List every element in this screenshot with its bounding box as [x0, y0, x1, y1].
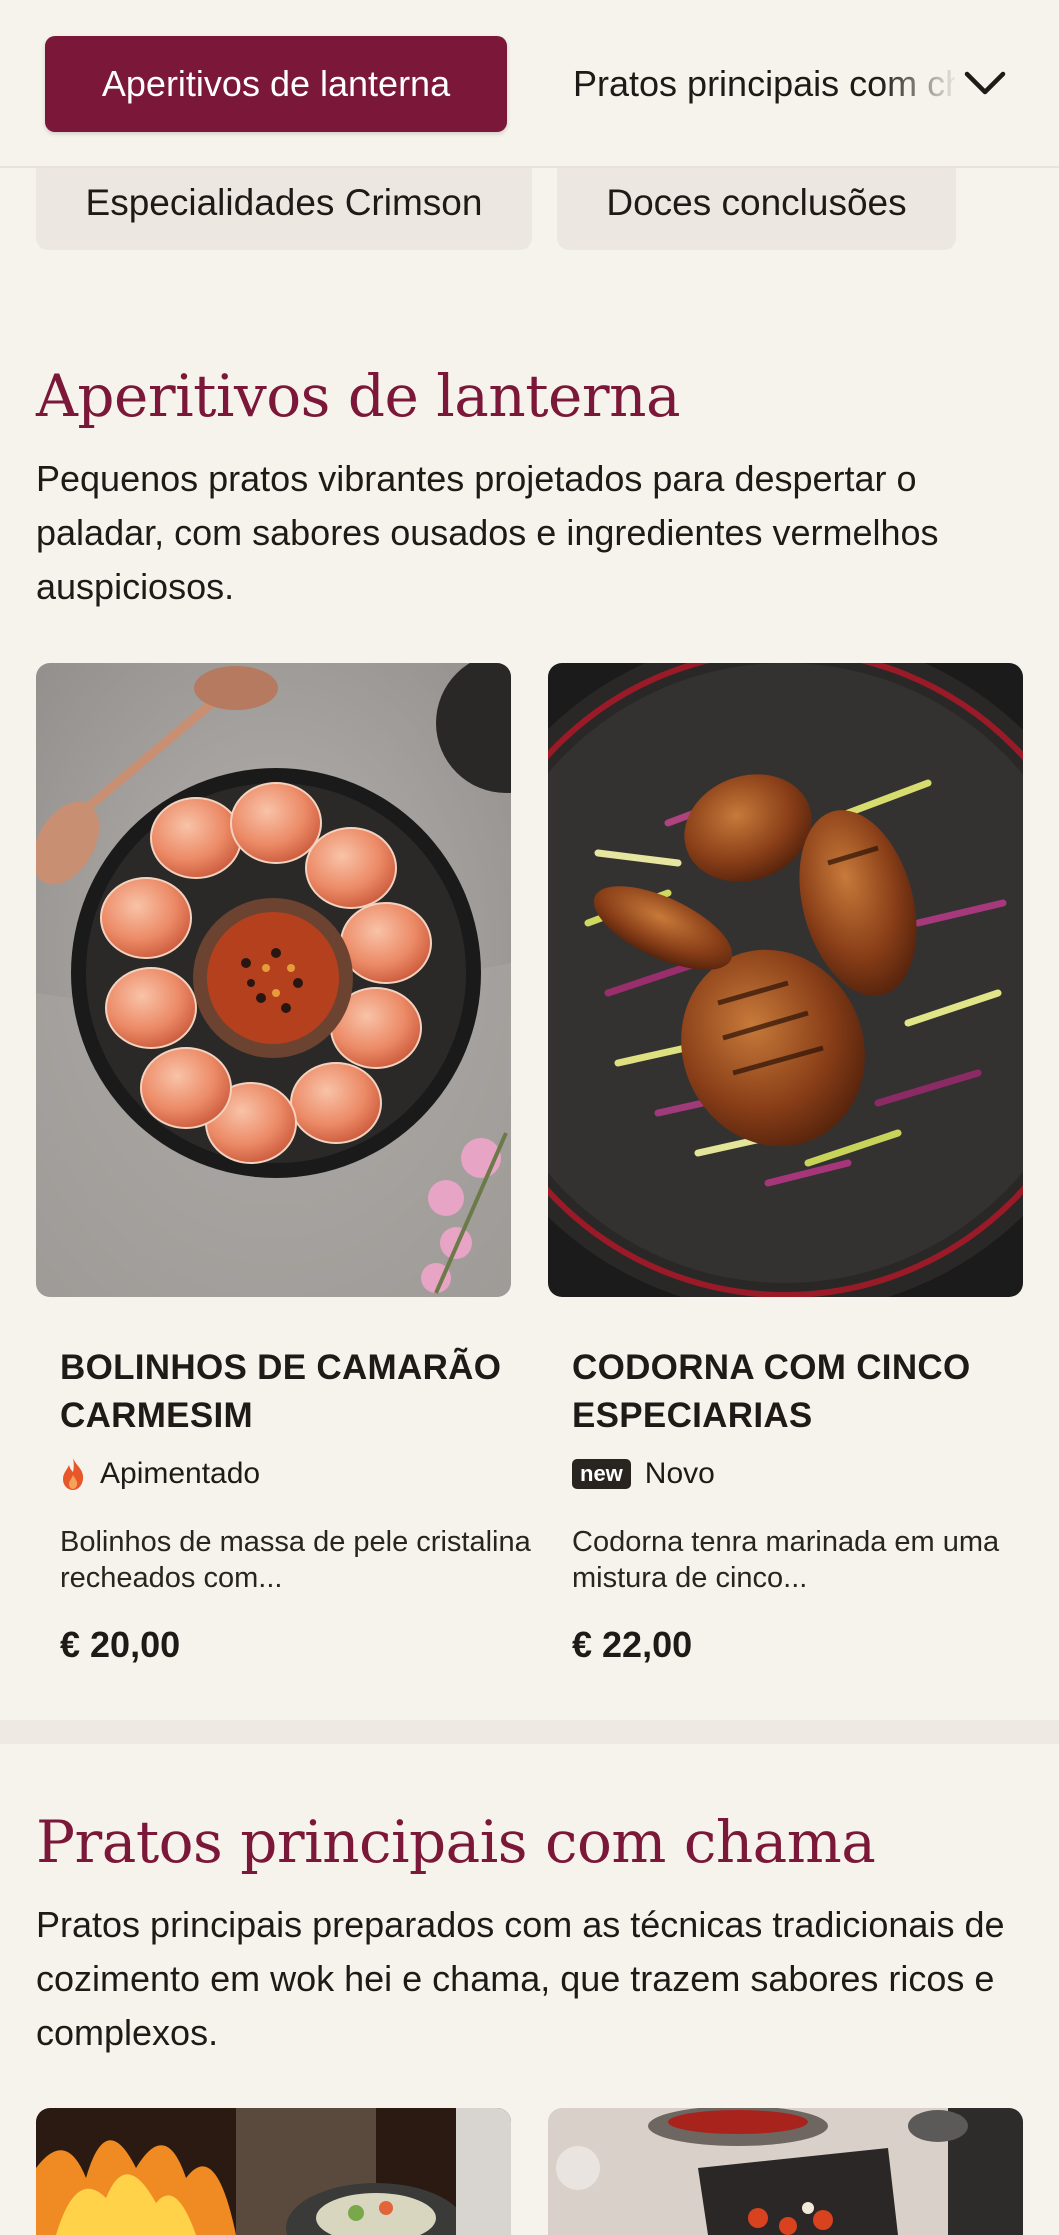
new-badge-icon: new [572, 1459, 631, 1489]
section-title: Aperitivos de lanterna [36, 362, 681, 430]
section-description: Pratos principais preparados com as técn… [36, 1904, 1005, 2053]
dish-image-dumplings[interactable] [36, 663, 511, 1297]
dish-tag-label: Novo [644, 1457, 715, 1490]
dish-tag-label: Apimentado [100, 1457, 261, 1490]
chevron-down-icon[interactable] [959, 58, 1011, 110]
section-title: Pratos principais com chama [36, 1808, 876, 1876]
dish-image-wok[interactable] [548, 2108, 1023, 2235]
section-divider [0, 1720, 1059, 1744]
category-tab-label: Aperitivos de lanterna [101, 63, 451, 104]
category-tab-aperitivos[interactable]: Aperitivos de lanterna [45, 36, 507, 132]
dish-price: € 22,00 [572, 1624, 693, 1665]
dish-name: CODORNA COM CINCO ESPECIARIAS [572, 1348, 971, 1435]
dish-card-info: CODORNA COM CINCO ESPECIARIAS new Novo C… [572, 1344, 1047, 1666]
category-nav: Aperitivos de lanterna Pratos principais… [0, 0, 1059, 168]
dish-image-flame[interactable] [36, 2108, 511, 2235]
dish-tag: Apimentado [60, 1454, 535, 1494]
flame-icon [63, 1458, 84, 1490]
dish-name: BOLINHOS DE CAMARÃO CARMESIM [60, 1348, 502, 1435]
dish-image-quail[interactable] [548, 663, 1023, 1297]
section-description: Pequenos pratos vibrantes projetados par… [36, 458, 939, 607]
dish-description: Codorna tenra marinada em uma mistura de… [572, 1526, 1000, 1594]
dish-price: € 20,00 [60, 1624, 181, 1665]
dish-tag: new Novo [572, 1454, 1047, 1494]
dish-card-info: BOLINHOS DE CAMARÃO CARMESIM Apimentado … [60, 1344, 535, 1666]
scroll-fade [880, 36, 960, 132]
dish-description: Bolinhos de massa de pele cristalina rec… [60, 1526, 531, 1594]
category-pill-label: Especialidades Crimson [85, 182, 483, 223]
category-pill-label: Doces conclusões [606, 182, 907, 223]
